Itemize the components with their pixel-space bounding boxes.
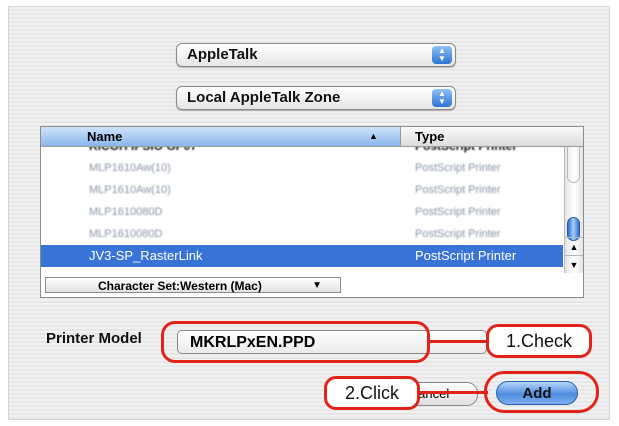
chevron-down-icon: ▼: [312, 280, 322, 291]
click-callout: 2.Click: [324, 376, 420, 410]
printer-type: PostScript Printer: [415, 248, 517, 263]
list-row[interactable]: RICOH IPSIO GP07 PostScript Printer: [41, 147, 563, 157]
popup-arrows-icon: ▲ ▼: [432, 46, 452, 64]
list-row[interactable]: MLP1610080D PostScript Printer: [41, 223, 563, 245]
printer-type: PostScript Printer: [415, 206, 501, 218]
character-set-value: Character Set:Western (Mac): [98, 279, 262, 293]
printer-name: JV3-SP_RasterLink: [89, 248, 203, 263]
printer-type: PostScript Printer: [415, 147, 517, 157]
printer-type: PostScript Printer: [415, 162, 501, 174]
printer-name: MLP1610080D: [89, 206, 163, 218]
scroll-track-end: [567, 147, 580, 183]
column-header-name[interactable]: Name: [41, 127, 401, 146]
printer-type: PostScript Printer: [415, 184, 501, 196]
connection-type-value: AppleTalk: [187, 46, 258, 63]
column-header-type[interactable]: Type: [415, 127, 444, 146]
printer-rows: RICOH IPSIO GP07 PostScript Printer MLP1…: [41, 147, 563, 267]
list-row[interactable]: MLP1610Aw(10) PostScript Printer: [41, 179, 563, 201]
sort-ascending-icon[interactable]: ▲: [369, 127, 378, 146]
click-connector-line: [410, 391, 488, 394]
printer-list[interactable]: Name ▲ Type RICOH IPSIO GP07 PostScript …: [40, 126, 584, 298]
check-highlight-ring: [161, 321, 430, 363]
vertical-scrollbar[interactable]: ▲ ▼: [564, 147, 583, 273]
character-set-popup[interactable]: Character Set:Western (Mac) ▼: [45, 277, 341, 293]
list-row[interactable]: MLP1610Aw(10) PostScript Printer: [41, 157, 563, 179]
printer-type: PostScript Printer: [415, 228, 501, 240]
zone-value: Local AppleTalk Zone: [187, 89, 341, 106]
check-connector-line: [428, 340, 490, 343]
list-row-selected[interactable]: JV3-SP_RasterLink PostScript Printer: [41, 245, 563, 267]
printer-name: MLP1610Aw(10): [89, 162, 171, 174]
scroll-up-arrow-icon[interactable]: ▲: [565, 237, 583, 256]
connection-type-popup[interactable]: AppleTalk ▲ ▼: [176, 43, 456, 67]
add-highlight-ring: [484, 371, 599, 413]
printer-name: MLP1610Aw(10): [89, 184, 171, 196]
printer-model-label: Printer Model: [46, 330, 142, 347]
list-header: Name ▲ Type: [41, 127, 583, 147]
zone-popup[interactable]: Local AppleTalk Zone ▲ ▼: [176, 86, 456, 110]
list-row[interactable]: MLP1610080D PostScript Printer: [41, 201, 563, 223]
check-callout: 1.Check: [486, 324, 592, 358]
printer-name: MLP1610080D: [89, 228, 163, 240]
printer-name: RICOH IPSIO GP07: [89, 147, 197, 157]
popup-arrows-icon: ▲ ▼: [432, 89, 452, 107]
scroll-down-arrow-icon[interactable]: ▼: [565, 255, 583, 274]
